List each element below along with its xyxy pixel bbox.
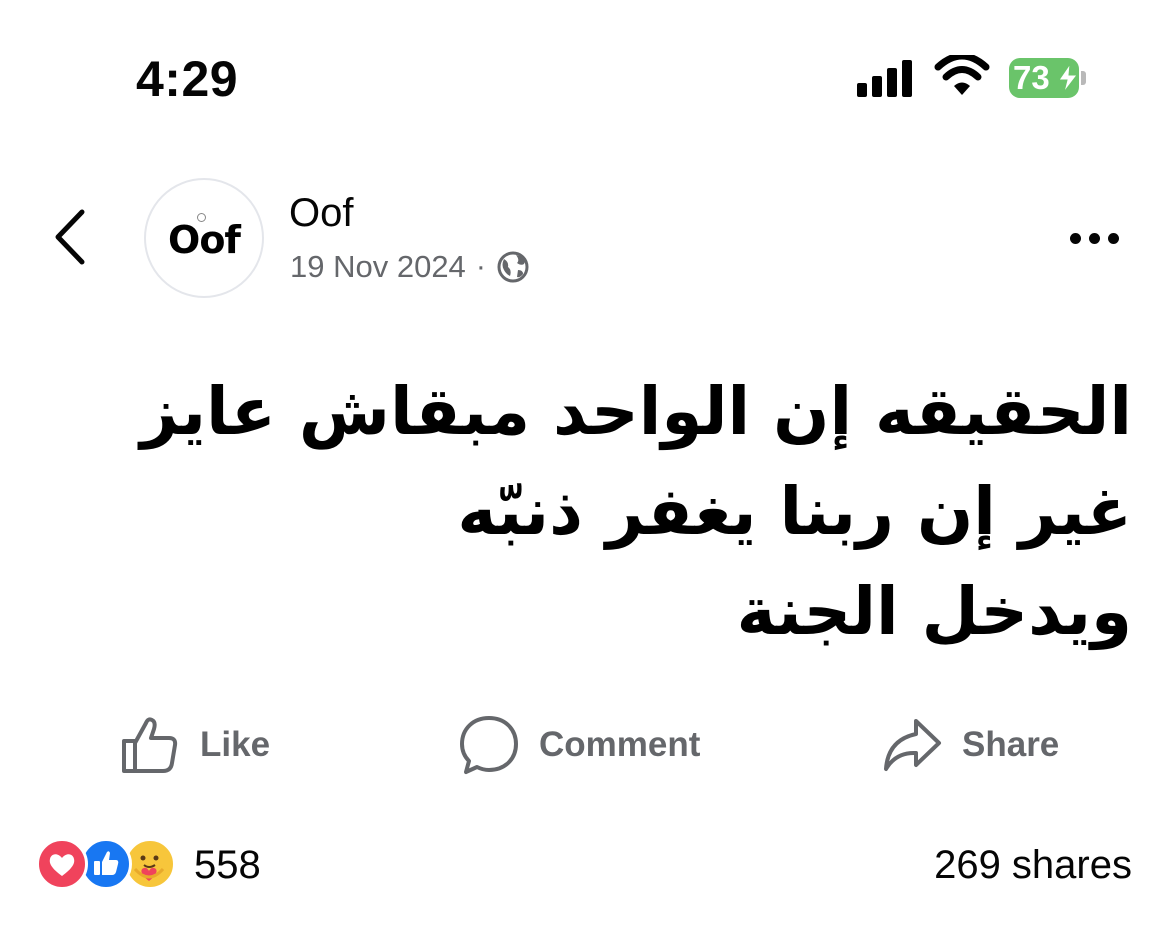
thumbs-up-outline-icon: [122, 717, 178, 773]
author-name[interactable]: Oof: [289, 190, 353, 236]
like-label: Like: [200, 725, 271, 764]
post-text-line: ويدخل الجنة: [736, 573, 1132, 650]
battery-tip: [1081, 71, 1086, 85]
share-arrow-icon: [884, 719, 941, 771]
status-time: 4:29: [136, 51, 239, 107]
charging-bolt-icon: [1058, 64, 1079, 92]
comment-button[interactable]: Comment: [459, 712, 700, 778]
meta-separator: ·: [475, 250, 486, 283]
cellular-signal-icon: [857, 59, 915, 97]
battery-level: 73: [1013, 59, 1050, 96]
battery-indicator: 73: [1009, 58, 1086, 98]
post-body: الحقيقه إن الواحد مبقاش عايز غير إن ربنا…: [140, 362, 1132, 662]
wifi-icon: [934, 55, 990, 95]
post-text-line: غير إن ربنا يغفر ذنبّه: [457, 473, 1132, 550]
avatar-logo-mark: [197, 213, 206, 222]
post-date[interactable]: 19 Nov 2024: [290, 247, 466, 287]
globe-icon: [497, 251, 529, 283]
reactions-summary[interactable]: [36, 838, 186, 892]
like-button[interactable]: Like: [120, 712, 270, 778]
share-button[interactable]: Share: [882, 712, 1059, 778]
post-screen: 4:29 73 Oof Oof 19 Nov 2024 · الحقيقه إن…: [0, 0, 1170, 939]
post-text-line: الحقيقه إن الواحد مبقاش عايز: [140, 373, 1132, 450]
post-meta: 19 Nov 2024 ·: [290, 247, 530, 287]
more-options-icon[interactable]: [1070, 230, 1128, 246]
shares-count[interactable]: 269 shares: [934, 840, 1132, 890]
heart-icon: [36, 838, 88, 890]
back-chevron-icon[interactable]: [50, 208, 90, 266]
avatar-logo-text: Oof: [168, 218, 241, 262]
comment-bubble-icon: [460, 716, 518, 774]
author-avatar[interactable]: Oof: [144, 178, 264, 298]
comment-label: Comment: [539, 725, 701, 764]
reaction-count[interactable]: 558: [194, 840, 261, 890]
share-label: Share: [962, 725, 1060, 764]
